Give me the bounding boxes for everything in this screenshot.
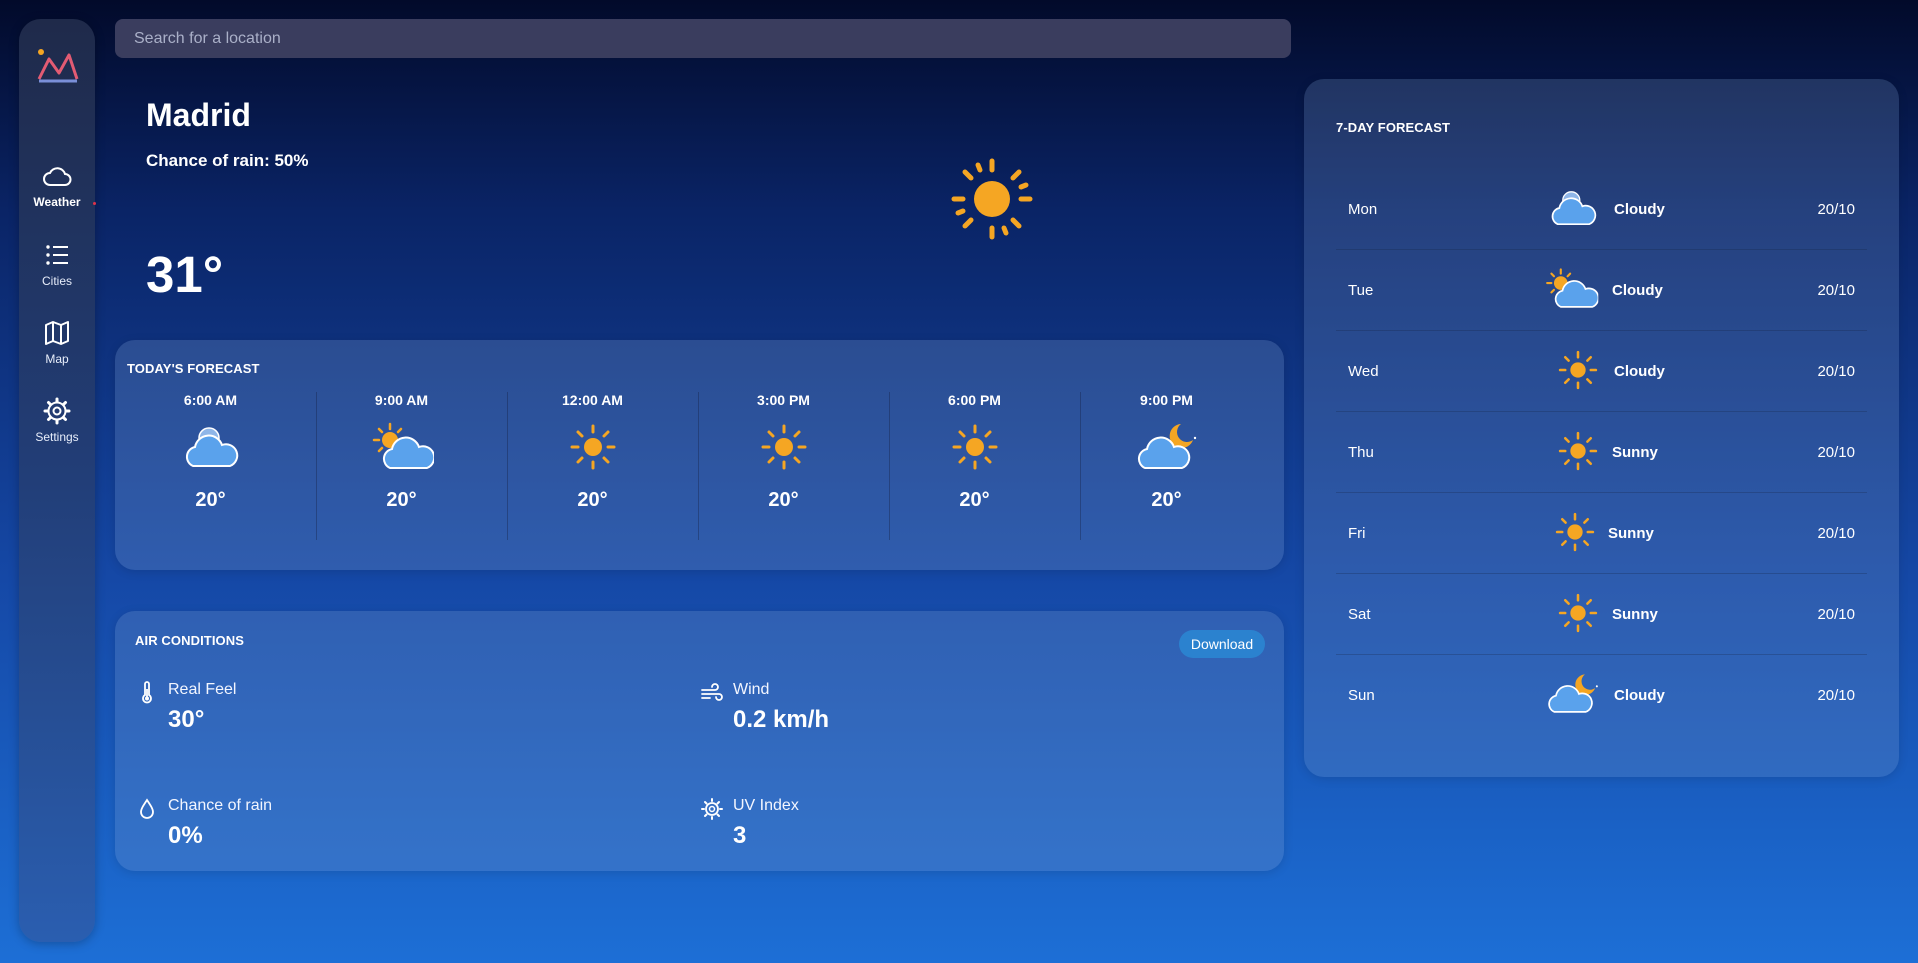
hourly-forecast-item: 9:00 PM 20°: [1071, 392, 1262, 540]
download-button[interactable]: Download: [1179, 630, 1265, 658]
hour-temperature: 20°: [959, 489, 990, 511]
hour-time: 3:00 PM: [757, 392, 810, 408]
section-title: AIR CONDITIONS: [135, 633, 245, 648]
daily-forecast-row: Wed Cloudy 20/10: [1336, 331, 1867, 412]
day-condition: Cloudy: [1612, 282, 1663, 299]
daily-forecast-row: Sat Sunny 20/10: [1336, 574, 1867, 655]
daily-forecast-row: Fri Sunny 20/10: [1336, 493, 1867, 574]
list-icon: [46, 245, 68, 265]
day-name: Sat: [1348, 606, 1371, 623]
hourly-forecast-item: 3:00 PM 20°: [688, 392, 879, 540]
day-name: Sun: [1348, 687, 1375, 704]
droplet-icon: [140, 798, 154, 819]
cloud-icon: [43, 167, 72, 186]
hourly-forecast-item: 12:00 AM 20°: [497, 392, 688, 540]
hour-temperature: 20°: [577, 489, 608, 511]
day-name: Thu: [1348, 444, 1374, 461]
day-temp-range: 20/10: [1817, 606, 1855, 623]
partly-sunny-icon: [370, 420, 434, 474]
cloudy-icon: [179, 420, 243, 474]
daily-forecast-row: Thu Sunny 20/10: [1336, 412, 1867, 493]
day-temp-range: 20/10: [1817, 201, 1855, 218]
sun-icon: [1549, 347, 1607, 393]
section-title: TODAY'S FORECAST: [127, 361, 260, 376]
day-name: Wed: [1348, 363, 1379, 380]
hour-temperature: 20°: [386, 489, 417, 511]
day-temp-range: 20/10: [1817, 525, 1855, 542]
cloudy-icon: [1544, 185, 1602, 231]
current-temperature: 31°: [146, 246, 224, 303]
sidebar-item-label: Weather: [33, 195, 81, 209]
condition-label: Wind: [733, 681, 770, 698]
thermometer-icon: [142, 681, 152, 704]
wind-icon: [701, 683, 723, 701]
night-cloudy-icon: [1544, 671, 1602, 717]
sidebar-item-map[interactable]: Map: [19, 317, 95, 379]
city-name: Madrid: [146, 97, 251, 133]
hour-temperature: 20°: [1151, 489, 1182, 511]
sun-icon: [1549, 428, 1607, 474]
sun-icon: [752, 420, 816, 474]
sidebar-item-cities[interactable]: Cities: [19, 239, 95, 301]
night-cloudy-icon: [1135, 420, 1199, 474]
condition-value: 3: [733, 822, 747, 849]
app-logo-icon[interactable]: [35, 45, 79, 85]
chance-of-rain: Chance of rain: 50%: [146, 151, 309, 170]
section-title: 7-DAY FORECAST: [1336, 120, 1451, 135]
daily-forecast-row: Tue Cloudy 20/10: [1336, 250, 1867, 331]
sun-icon: [561, 420, 625, 474]
day-name: Fri: [1348, 525, 1366, 542]
hourly-forecast-item: 9:00 AM 20°: [306, 392, 497, 540]
todays-forecast-card: TODAY'S FORECAST 6:00 AM 20° 9:00 AM 20°…: [115, 340, 1284, 570]
gear-icon: [43, 397, 71, 425]
condition-value: 0%: [168, 822, 203, 849]
day-temp-range: 20/10: [1817, 282, 1855, 299]
hour-time: 6:00 PM: [948, 392, 1001, 408]
day-name: Mon: [1348, 201, 1378, 218]
condition-value: 30°: [168, 706, 205, 733]
sidebar: Weather Cities Map Settings: [19, 19, 95, 942]
sun-icon: [951, 158, 1033, 240]
day-temp-range: 20/10: [1817, 363, 1855, 380]
air-conditions-card: AIR CONDITIONS Download Real Feel 30° Wi…: [115, 611, 1284, 871]
day-temp-range: 20/10: [1817, 444, 1855, 461]
hourly-forecast-item: 6:00 PM 20°: [879, 392, 1070, 540]
sun-icon: [1546, 509, 1604, 555]
day-temp-range: 20/10: [1817, 687, 1855, 704]
condition-label: Real Feel: [168, 681, 237, 698]
condition-value: 0.2 km/h: [733, 706, 830, 733]
hour-time: 9:00 PM: [1140, 392, 1193, 408]
sidebar-item-label: Settings: [35, 430, 79, 444]
hour-temperature: 20°: [195, 489, 226, 511]
hour-time: 6:00 AM: [183, 392, 238, 408]
search-input[interactable]: [115, 19, 1291, 58]
sidebar-item-label: Cities: [41, 274, 72, 288]
sidebar-item-weather[interactable]: Weather: [19, 160, 95, 222]
hour-time: 12:00 AM: [562, 392, 623, 408]
uv-sun-icon: [701, 798, 723, 820]
day-condition: Sunny: [1612, 606, 1658, 623]
day-condition: Cloudy: [1614, 363, 1665, 380]
sidebar-item-label: Map: [45, 352, 69, 366]
daily-forecast-row: Mon Cloudy 20/10: [1336, 169, 1867, 250]
hour-temperature: 20°: [768, 489, 799, 511]
daily-forecast-row: Sun Cloudy 20/10: [1336, 655, 1867, 736]
day-condition: Cloudy: [1614, 201, 1665, 218]
sun-icon: [943, 420, 1007, 474]
hour-time: 9:00 AM: [374, 392, 429, 408]
condition-label: UV Index: [733, 797, 799, 814]
active-indicator: [93, 202, 96, 205]
condition-label: Chance of rain: [168, 797, 273, 814]
map-icon: [45, 321, 69, 345]
seven-day-forecast-card: 7-DAY FORECAST Mon Cloudy 20/10 Tue Clou…: [1304, 79, 1899, 777]
day-condition: Sunny: [1612, 444, 1658, 461]
day-condition: Sunny: [1608, 525, 1654, 542]
sun-icon: [1549, 590, 1607, 636]
hourly-forecast-item: 6:00 AM 20°: [115, 392, 306, 540]
day-name: Tue: [1348, 282, 1374, 299]
partly-sunny-icon: [1542, 266, 1600, 312]
day-condition: Cloudy: [1614, 687, 1665, 704]
sidebar-item-settings[interactable]: Settings: [19, 395, 95, 457]
